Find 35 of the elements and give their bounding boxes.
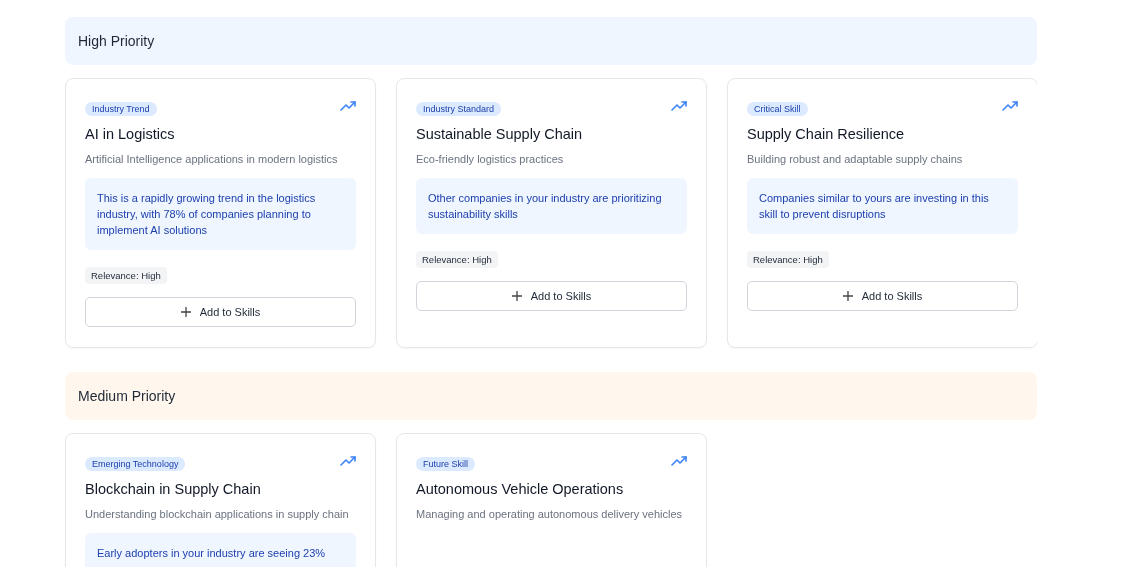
- insight-text: Early adopters in your industry are seeing 23%: [97, 546, 327, 561]
- skill-description: Building robust and adaptable supply chains: [747, 152, 964, 167]
- category-tag: Emerging Technology: [85, 457, 186, 471]
- category-tag: Industry Standard: [416, 102, 502, 116]
- skill-description: Eco-friendly logistics practices: [416, 152, 565, 167]
- category-tag: Critical Skill: [747, 102, 808, 116]
- add-to-skills-button[interactable]: Add to Skills: [747, 281, 1018, 311]
- skill-description: Understanding blockchain applications in supply chain: [85, 507, 350, 522]
- plus-icon: [842, 291, 853, 301]
- skill-title: Supply Chain Resilience: [747, 126, 906, 142]
- trending-up-icon: [671, 455, 687, 467]
- skill-title: Autonomous Vehicle Operations: [416, 481, 625, 497]
- skill-description: Artificial Intelligence applications in modern logistics: [85, 152, 339, 167]
- trending-up-icon: [671, 100, 687, 112]
- add-to-skills-button[interactable]: Add to Skills: [85, 297, 356, 327]
- trending-up-icon: [1002, 100, 1018, 112]
- relevance-tag: Relevance: High: [747, 251, 829, 268]
- insight-text: Companies similar to yours are investing in this skill to prevent disruptions: [759, 191, 990, 222]
- section-title: High Priority: [78, 33, 155, 49]
- add-to-skills-button[interactable]: Add to Skills: [416, 281, 687, 311]
- trending-up-icon: [340, 100, 356, 112]
- section-title: Medium Priority: [78, 388, 176, 404]
- insight-text: Other companies in your industry are prioritizing sustainability skills: [428, 191, 663, 222]
- relevance-tag: Relevance: High: [85, 267, 167, 284]
- skill-title: Sustainable Supply Chain: [416, 126, 584, 142]
- relevance-tag: Relevance: High: [416, 251, 498, 268]
- category-tag: Industry Trend: [85, 102, 157, 116]
- insight-text: This is a rapidly growing trend in the logistics industry, with 78% of companies planning to implement AI solutions: [97, 191, 317, 238]
- plus-icon: [511, 291, 522, 301]
- category-tag: Future Skill: [416, 457, 475, 471]
- trending-up-icon: [340, 455, 356, 467]
- skill-description: Managing and operating autonomous delivery vehicles: [416, 507, 683, 522]
- plus-icon: [180, 307, 191, 317]
- skill-title: AI in Logistics: [85, 126, 176, 142]
- skill-title: Blockchain in Supply Chain: [85, 481, 262, 497]
